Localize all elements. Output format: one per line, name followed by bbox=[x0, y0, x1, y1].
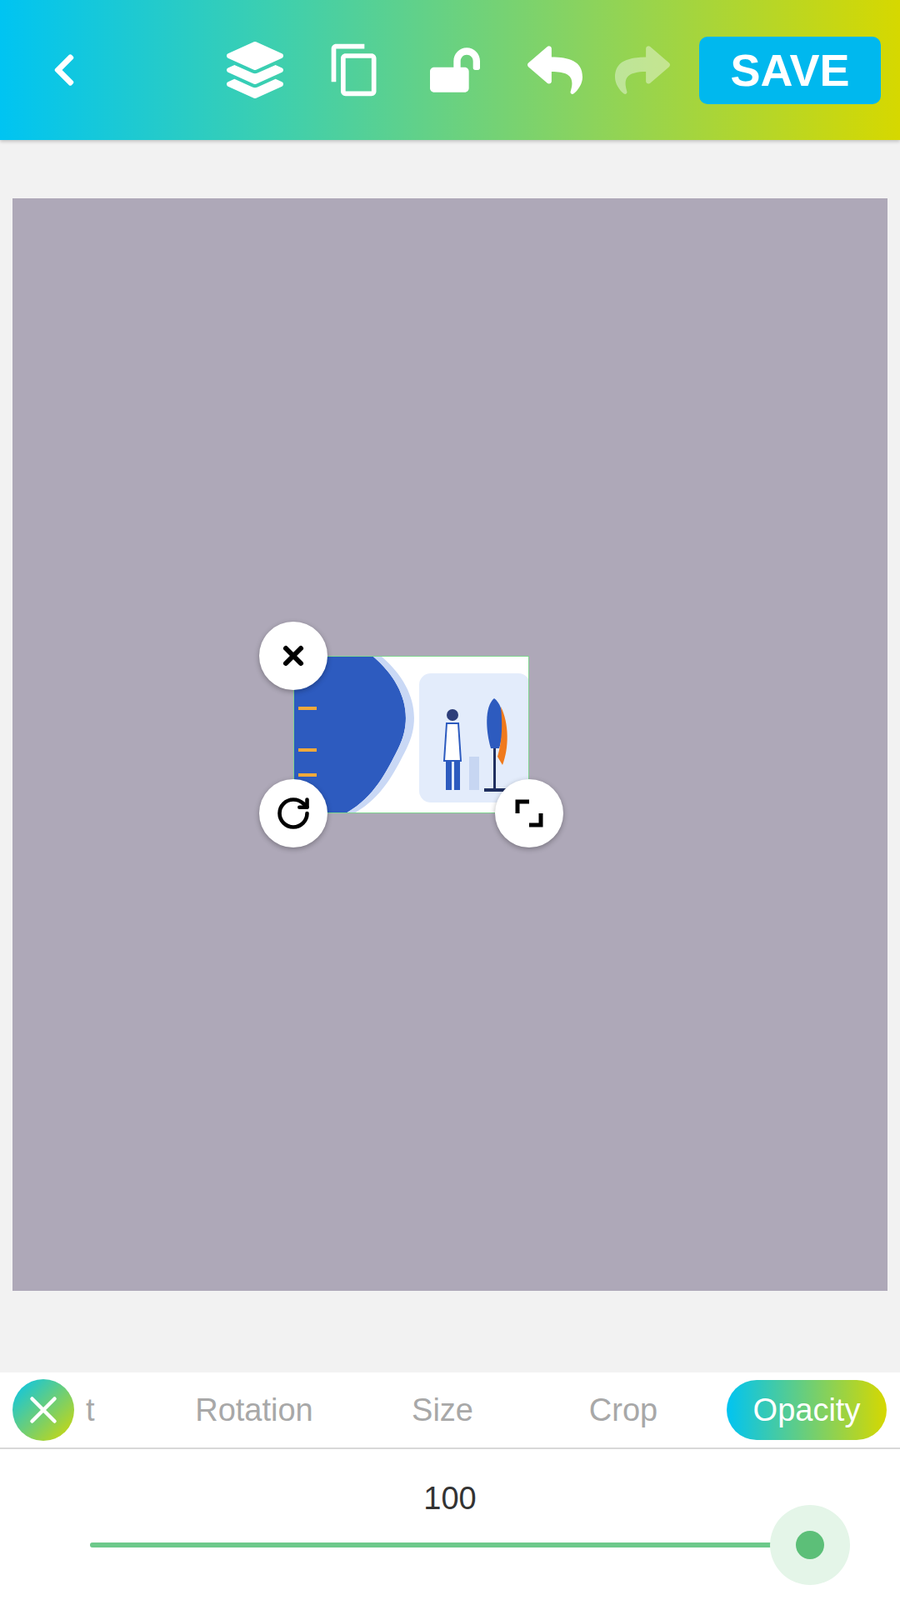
rotate-handle[interactable] bbox=[259, 779, 328, 848]
unlock-icon bbox=[430, 45, 480, 95]
duplicate-button[interactable] bbox=[323, 38, 387, 102]
top-bar: SAVE bbox=[0, 0, 900, 140]
undo-icon bbox=[527, 42, 583, 98]
tool-tab[interactable]: Rotation bbox=[166, 1394, 342, 1426]
card-illustration bbox=[294, 656, 530, 814]
back-button[interactable] bbox=[43, 45, 85, 95]
layers-button[interactable] bbox=[223, 38, 287, 102]
opacity-panel: 100 bbox=[0, 1449, 900, 1600]
tool-tabs: t Rotation Size Crop Opacity bbox=[0, 1372, 900, 1450]
resize-icon bbox=[514, 798, 545, 829]
design-canvas bbox=[12, 198, 888, 1291]
rotate-icon bbox=[275, 795, 312, 832]
undo-button[interactable] bbox=[523, 38, 587, 102]
lock-button[interactable] bbox=[423, 38, 487, 102]
opacity-slider[interactable] bbox=[90, 1542, 810, 1548]
tool-tab[interactable]: Crop bbox=[565, 1394, 682, 1426]
redo-icon bbox=[615, 42, 670, 98]
slider-knob bbox=[795, 1530, 825, 1560]
workspace bbox=[0, 140, 900, 1373]
copy-icon bbox=[326, 41, 384, 99]
tool-tab[interactable]: Opacity bbox=[726, 1380, 887, 1440]
save-button[interactable]: SAVE bbox=[699, 36, 881, 105]
close-tools-button[interactable] bbox=[12, 1379, 75, 1441]
tool-tab[interactable]: Size bbox=[375, 1394, 510, 1426]
close-icon bbox=[20, 1387, 66, 1433]
editor-screen: SAVE t Rotation Size Crop Opacity 100 bbox=[0, 0, 900, 1600]
delete-handle[interactable] bbox=[259, 621, 328, 690]
close-icon bbox=[278, 640, 309, 671]
tool-tab[interactable]: t bbox=[85, 1394, 106, 1426]
resize-handle[interactable] bbox=[495, 779, 564, 848]
slider-thumb[interactable] bbox=[770, 1505, 850, 1585]
chevron-left-icon bbox=[45, 51, 83, 89]
sticker-image[interactable] bbox=[293, 655, 530, 814]
opacity-value: 100 bbox=[0, 1482, 900, 1515]
slider-fill bbox=[90, 1542, 810, 1548]
redo-button[interactable] bbox=[610, 38, 675, 102]
layers-icon bbox=[226, 41, 284, 99]
